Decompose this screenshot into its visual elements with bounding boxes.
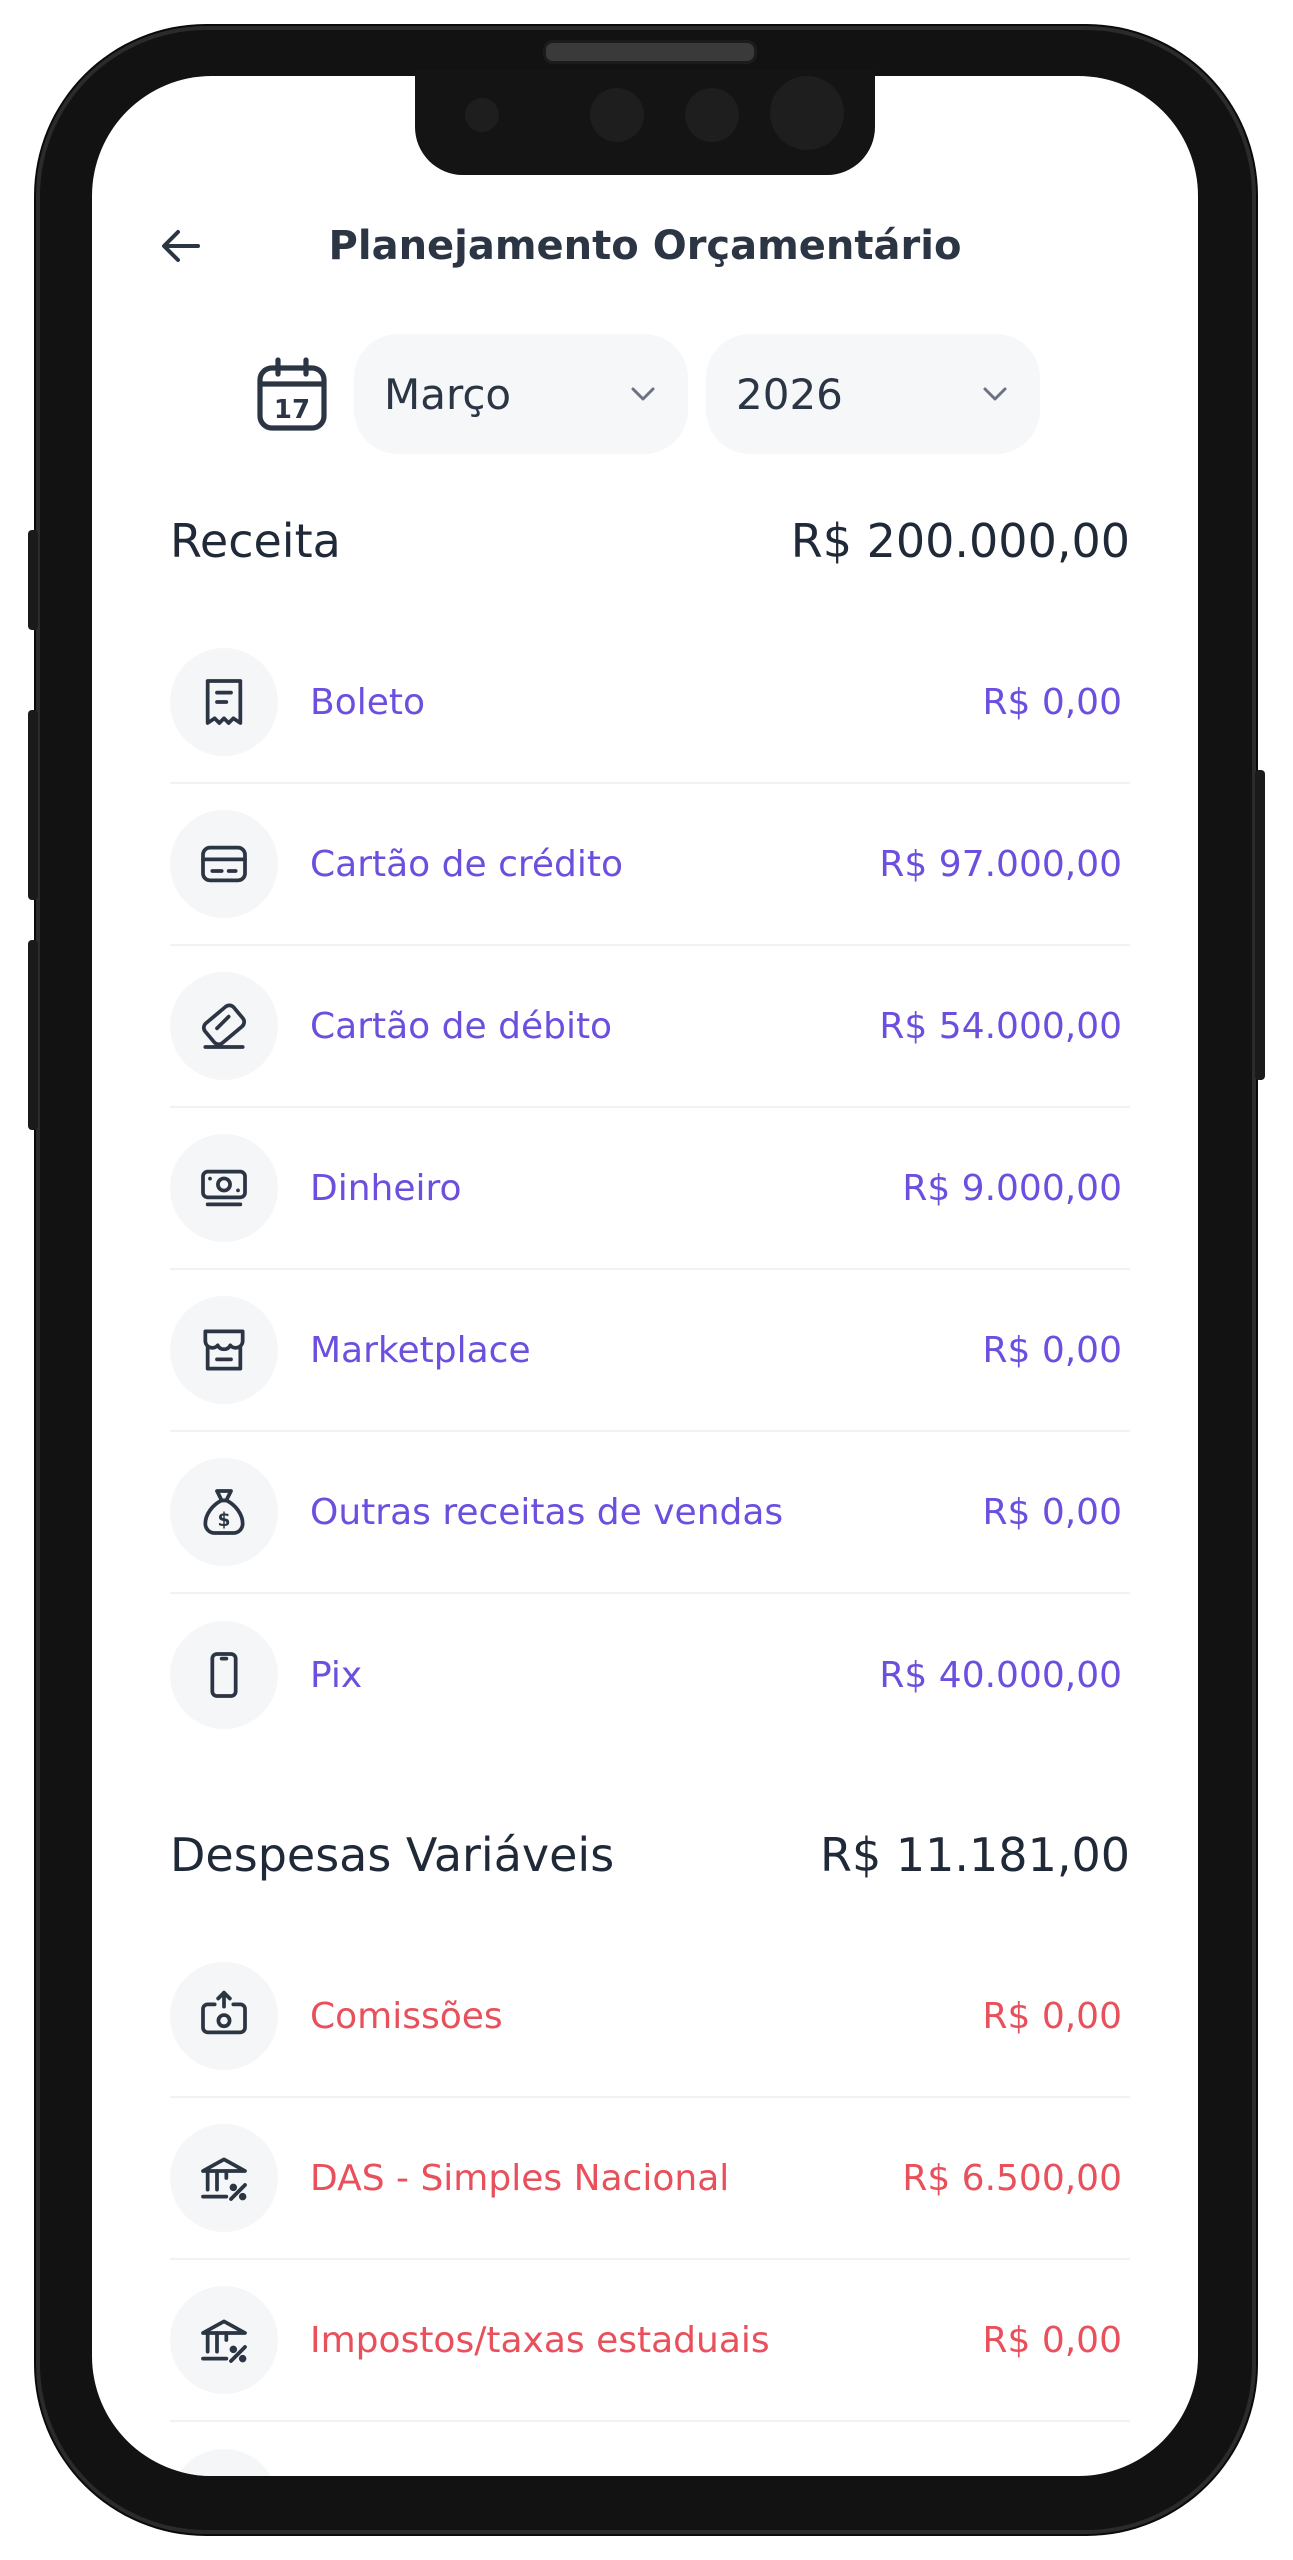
svg-text:17: 17 bbox=[274, 395, 310, 425]
cash-icon bbox=[170, 1134, 278, 1242]
income-row-other-sales[interactable]: $ Outras receitas de vendas R$ 0,00 bbox=[170, 1432, 1130, 1594]
income-item-value: R$ 0,00 bbox=[982, 1491, 1122, 1533]
year-value: 2026 bbox=[736, 369, 843, 419]
income-item-name: Pix bbox=[310, 1654, 363, 1696]
volume-down-button bbox=[28, 940, 38, 1130]
income-item-value: R$ 9.000,00 bbox=[902, 1167, 1122, 1209]
bank-percent-icon bbox=[170, 2286, 278, 2394]
income-item-value: R$ 54.000,00 bbox=[879, 1005, 1122, 1047]
expenses-header: Despesas Variáveis R$ 11.181,00 bbox=[170, 1820, 1130, 1890]
expense-item-name: Impostos/taxas estaduais bbox=[310, 2319, 770, 2361]
partial-row-icon bbox=[170, 2449, 278, 2476]
front-camera bbox=[465, 98, 499, 132]
smartphone-icon bbox=[170, 1621, 278, 1729]
income-row-cash[interactable]: Dinheiro R$ 9.000,00 bbox=[170, 1108, 1130, 1270]
income-row-credit-card[interactable]: Cartão de crédito R$ 97.000,00 bbox=[170, 784, 1130, 946]
income-header: Receita R$ 200.000,00 bbox=[170, 506, 1130, 576]
expenses-total: R$ 11.181,00 bbox=[820, 1828, 1130, 1882]
month-select[interactable]: Março bbox=[354, 334, 688, 454]
income-item-name: Dinheiro bbox=[310, 1167, 462, 1209]
screen: Planejamento Orçamentário 17 Março 2026 … bbox=[92, 76, 1198, 2476]
income-row-boleto[interactable]: Boleto R$ 0,00 bbox=[170, 622, 1130, 784]
volume-up-button bbox=[28, 710, 38, 900]
expense-item-name: Comissões bbox=[310, 1995, 503, 2037]
income-item-value: R$ 0,00 bbox=[982, 681, 1122, 723]
debit-card-icon bbox=[170, 972, 278, 1080]
income-row-pix[interactable]: Pix R$ 40.000,00 bbox=[170, 1594, 1130, 1756]
income-item-name: Cartão de débito bbox=[310, 1005, 613, 1047]
dot-projector bbox=[770, 76, 844, 150]
chevron-down-icon bbox=[631, 387, 655, 401]
svg-text:$: $ bbox=[218, 1510, 231, 1531]
expense-item-value: R$ 0,00 bbox=[982, 2319, 1122, 2361]
income-row-debit-card[interactable]: Cartão de débito R$ 54.000,00 bbox=[170, 946, 1130, 1108]
expense-row-commissions[interactable]: Comissões R$ 0,00 bbox=[170, 1936, 1130, 2098]
money-bag-icon: $ bbox=[170, 1458, 278, 1566]
income-label: Receita bbox=[170, 514, 341, 568]
expense-row-state-taxes[interactable]: Impostos/taxas estaduais R$ 0,00 bbox=[170, 2260, 1130, 2422]
page-title: Planejamento Orçamentário bbox=[328, 223, 962, 269]
store-icon bbox=[170, 1296, 278, 1404]
cash-out-icon bbox=[170, 1962, 278, 2070]
income-item-value: R$ 97.000,00 bbox=[879, 843, 1122, 885]
income-item-name: Outras receitas de vendas bbox=[310, 1491, 784, 1533]
expense-row-partial bbox=[170, 2422, 1130, 2476]
income-total: R$ 200.000,00 bbox=[790, 514, 1130, 568]
proximity-sensor bbox=[685, 88, 739, 142]
month-value: Março bbox=[384, 369, 512, 419]
chevron-down-icon bbox=[983, 387, 1007, 401]
power-button bbox=[1255, 770, 1265, 1080]
income-item-name: Boleto bbox=[310, 681, 426, 723]
income-item-value: R$ 40.000,00 bbox=[879, 1654, 1122, 1696]
receipt-icon bbox=[170, 648, 278, 756]
calendar-icon: 17 bbox=[257, 357, 327, 431]
income-item-value: R$ 0,00 bbox=[982, 1329, 1122, 1371]
income-item-name: Marketplace bbox=[310, 1329, 531, 1371]
income-item-name: Cartão de crédito bbox=[310, 843, 624, 885]
expense-item-value: R$ 6.500,00 bbox=[902, 2157, 1122, 2199]
bank-percent-icon bbox=[170, 2124, 278, 2232]
expenses-label: Despesas Variáveis bbox=[170, 1828, 615, 1882]
expense-item-name: DAS - Simples Nacional bbox=[310, 2157, 730, 2199]
mute-switch bbox=[28, 530, 38, 630]
speaker-grille bbox=[543, 40, 757, 64]
year-select[interactable]: 2026 bbox=[706, 334, 1040, 454]
expense-item-value: R$ 0,00 bbox=[982, 1995, 1122, 2037]
expense-row-das[interactable]: DAS - Simples Nacional R$ 6.500,00 bbox=[170, 2098, 1130, 2260]
income-row-marketplace[interactable]: Marketplace R$ 0,00 bbox=[170, 1270, 1130, 1432]
credit-card-icon bbox=[170, 810, 278, 918]
face-id-sensor bbox=[590, 88, 644, 142]
